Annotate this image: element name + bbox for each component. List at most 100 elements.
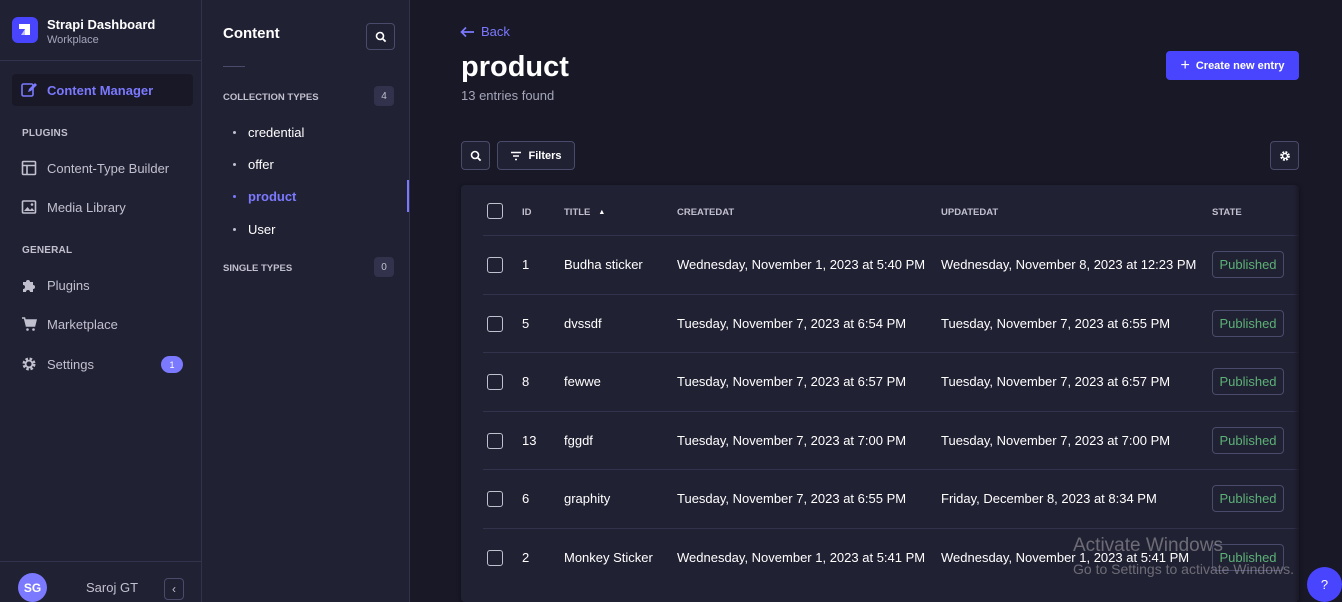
nav-item-label: Content Manager <box>47 82 154 98</box>
content-sub-navigation: Content COLLECTION TYPES 4 credential of… <box>202 0 410 602</box>
chevron-left-icon: ‹ <box>172 582 176 596</box>
cell-title: fggdf <box>564 432 593 448</box>
status-badge: Published <box>1212 251 1284 278</box>
row-checkbox[interactable] <box>487 550 503 566</box>
single-types-heading[interactable]: SINGLE TYPES <box>223 263 292 274</box>
view-settings-button[interactable] <box>1270 141 1299 170</box>
row-divider <box>483 528 1299 529</box>
cell-updatedat: Friday, December 8, 2023 at 8:34 PM <box>941 491 1157 507</box>
puzzle-icon <box>20 276 38 294</box>
collection-link-offer[interactable]: offer <box>233 157 274 172</box>
user-name[interactable]: Saroj GT <box>86 580 138 595</box>
table-row[interactable]: 1 Budha sticker Wednesday, November 1, 202… <box>461 235 1299 294</box>
bullet <box>233 131 236 134</box>
column-header-id[interactable]: ID <box>522 207 532 218</box>
divider <box>223 66 245 67</box>
nav-item-content-type-builder[interactable]: Content-Type Builder <box>12 152 193 184</box>
status-badge: Published <box>1212 426 1284 454</box>
row-checkbox[interactable] <box>487 315 503 332</box>
arrow-left-icon <box>460 26 474 37</box>
bullet <box>233 228 236 231</box>
entries-count: 13 entries found <box>461 88 555 103</box>
nav-section-plugins: PLUGINS <box>22 128 68 139</box>
subnav-search-button[interactable] <box>366 23 395 50</box>
nav-item-content-manager[interactable]: Content Manager <box>12 74 193 106</box>
row-checkbox[interactable] <box>487 432 503 449</box>
collection-link-credential[interactable]: credential <box>233 125 304 140</box>
cell-createdat: Tuesday, November 7, 2023 at 6:57 PM <box>677 374 907 390</box>
cell-id: 1 <box>522 257 530 272</box>
filters-label: Filters <box>528 149 562 162</box>
cell-id: 2 <box>522 550 530 565</box>
nav-item-settings[interactable]: Settings 1 <box>12 348 193 380</box>
back-label: Back <box>481 24 510 39</box>
shopping-cart-icon <box>20 315 38 333</box>
column-header-title[interactable]: TITLE ▲ <box>564 207 605 218</box>
gear-icon <box>20 355 38 373</box>
collection-types-heading[interactable]: COLLECTION TYPES <box>223 92 319 103</box>
back-link[interactable]: Back <box>460 24 510 39</box>
create-entry-button[interactable]: + Create new entry <box>1166 51 1299 80</box>
cell-id: 6 <box>522 491 530 507</box>
cell-id: 13 <box>522 432 537 448</box>
main-navigation: Strapi Dashboard Workplace Content Manag… <box>0 0 202 602</box>
column-header-label: TITLE <box>564 207 591 218</box>
search-icon <box>470 150 481 161</box>
filters-button[interactable]: Filters <box>497 141 575 170</box>
search-icon <box>375 31 386 42</box>
filter-icon <box>511 151 522 160</box>
strapi-logo-icon <box>12 17 38 43</box>
nav-item-label: Media Library <box>47 199 126 215</box>
cell-title: Budha sticker <box>564 257 643 272</box>
nav-section-general: GENERAL <box>22 245 73 256</box>
collection-link-product[interactable]: product <box>233 189 296 204</box>
image-icon <box>20 198 38 216</box>
nav-item-marketplace[interactable]: Marketplace <box>12 308 193 340</box>
cell-createdat: Wednesday, November 1, 2023 at 5:41 PM <box>677 550 926 565</box>
gear-icon <box>1279 150 1290 161</box>
row-checkbox[interactable] <box>487 257 503 273</box>
cell-title: Monkey Sticker <box>564 550 653 565</box>
status-badge: Published <box>1212 485 1284 513</box>
collection-link-label: offer <box>248 157 274 172</box>
help-button[interactable]: ? <box>1307 567 1342 602</box>
nav-item-media-library[interactable]: Media Library <box>12 191 193 223</box>
table-row[interactable]: 6 graphity Tuesday, November 7, 2023 at 6:… <box>461 469 1299 528</box>
cell-createdat: Tuesday, November 7, 2023 at 7:00 PM <box>677 432 907 448</box>
status-badge: Published <box>1212 368 1284 396</box>
cell-updatedat: Tuesday, November 7, 2023 at 6:55 PM <box>941 315 1171 331</box>
single-types-count: 0 <box>374 257 394 277</box>
windows-watermark-text: Go to Settings to activate Windows. <box>1073 561 1294 577</box>
cell-title: fewwe <box>564 374 601 390</box>
nav-item-label: Plugins <box>47 277 90 293</box>
cell-createdat: Tuesday, November 7, 2023 at 6:55 PM <box>677 491 907 507</box>
cell-updatedat: Wednesday, November 8, 2023 at 12:23 PM <box>941 257 1197 272</box>
page-title: product <box>461 51 569 83</box>
notification-badge: 1 <box>161 356 183 373</box>
column-header-state[interactable]: STATE <box>1212 207 1242 218</box>
select-all-checkbox[interactable] <box>487 203 503 219</box>
column-header-createdat[interactable]: CREATEDAT <box>677 207 734 218</box>
nav-item-label: Content-Type Builder <box>47 160 170 176</box>
collection-link-user[interactable]: User <box>233 222 275 237</box>
nav-item-plugins[interactable]: Plugins <box>12 269 193 301</box>
avatar[interactable]: SG <box>18 573 47 602</box>
collapse-nav-button[interactable]: ‹ <box>164 578 184 600</box>
divider <box>0 561 201 562</box>
row-checkbox[interactable] <box>487 491 503 508</box>
pencil-icon <box>20 81 38 99</box>
windows-watermark-title: Activate Windows <box>1073 535 1223 556</box>
table-row[interactable]: 13 fggdf Tuesday, November 7, 2023 at 7:00… <box>461 410 1299 470</box>
column-header-updatedat[interactable]: UPDATEDAT <box>941 207 998 218</box>
status-badge: Published <box>1212 309 1284 337</box>
table-row[interactable]: 5 dvssdf Tuesday, November 7, 2023 at 6:54… <box>461 293 1299 353</box>
cell-createdat: Tuesday, November 7, 2023 at 6:54 PM <box>677 315 907 331</box>
workspace-title: Strapi Dashboard <box>47 17 156 32</box>
cell-updatedat: Tuesday, November 7, 2023 at 7:00 PM <box>941 432 1171 448</box>
row-checkbox[interactable] <box>487 374 503 391</box>
search-button[interactable] <box>461 141 490 170</box>
table-row[interactable]: 8 fewwe Tuesday, November 7, 2023 at 6:57 … <box>461 352 1299 411</box>
collection-link-label: product <box>248 189 297 204</box>
row-divider <box>483 352 1299 354</box>
nav-item-label: Settings <box>47 356 94 372</box>
